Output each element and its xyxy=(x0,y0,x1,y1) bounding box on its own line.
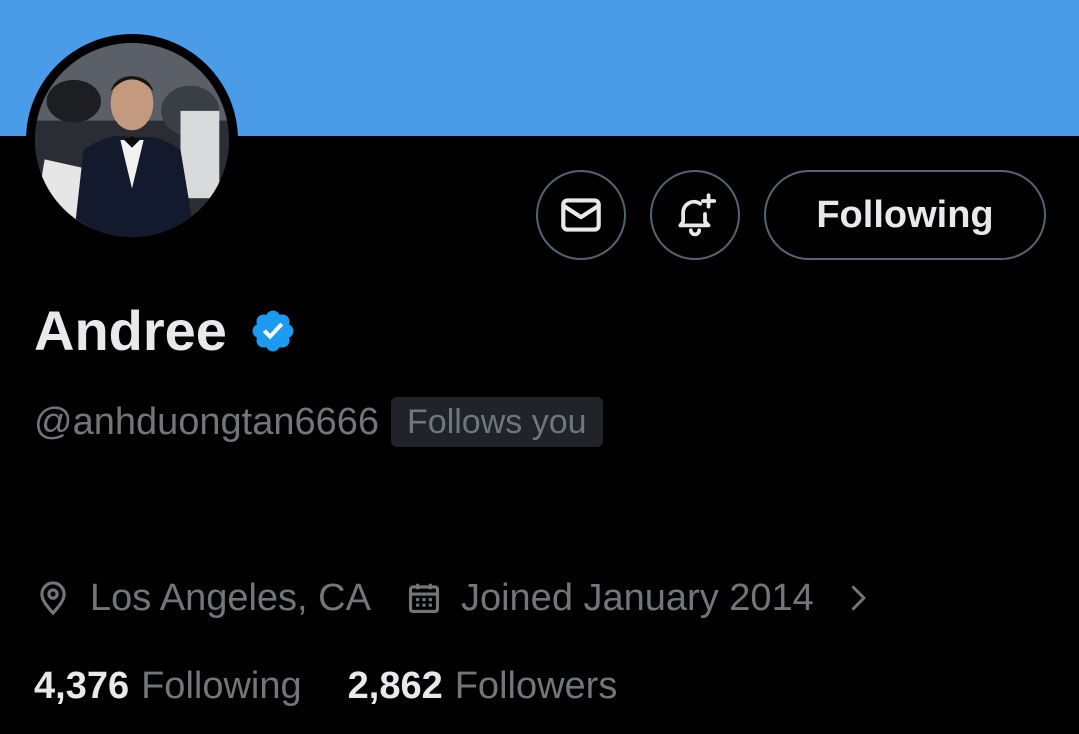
location-item: Los Angeles, CA xyxy=(34,570,371,626)
user-handle: @anhduongtan6666 xyxy=(34,401,380,443)
name-row: Andree xyxy=(34,296,297,366)
following-stat[interactable]: 4,376 Following xyxy=(34,658,302,714)
joined-item: Joined January 2014 xyxy=(405,570,814,626)
avatar-photo xyxy=(35,43,229,237)
follow-stats: 4,376 Following 2,862 Followers xyxy=(34,658,617,714)
following-button[interactable]: Following xyxy=(764,170,1046,260)
message-button[interactable] xyxy=(536,170,626,260)
display-name: Andree xyxy=(34,299,227,362)
verified-badge-icon[interactable] xyxy=(249,307,297,355)
profile-page: Following Andree @anhduongtan6666 Follow… xyxy=(0,0,1079,734)
following-label: Following xyxy=(141,665,302,707)
envelope-icon xyxy=(561,198,601,232)
followers-label: Followers xyxy=(454,665,618,707)
profile-meta[interactable]: Los Angeles, CA Joined January 2014 xyxy=(34,570,874,626)
follows-you-badge: Follows you xyxy=(391,397,603,447)
handle-row: @anhduongtan6666 Follows you xyxy=(34,396,603,448)
avatar[interactable] xyxy=(26,34,238,246)
location-pin-icon xyxy=(40,581,66,616)
followers-count: 2,862 xyxy=(347,665,443,707)
chevron-right-icon[interactable] xyxy=(842,582,874,614)
notifications-button[interactable] xyxy=(650,170,740,260)
followers-stat[interactable]: 2,862 Followers xyxy=(348,658,618,714)
bell-plus-icon xyxy=(678,193,717,237)
calendar-icon xyxy=(408,583,440,614)
joined-text: Joined January 2014 xyxy=(460,577,814,619)
following-count: 4,376 xyxy=(34,665,130,707)
location-text: Los Angeles, CA xyxy=(90,577,371,619)
profile-actions: Following xyxy=(536,170,1046,260)
